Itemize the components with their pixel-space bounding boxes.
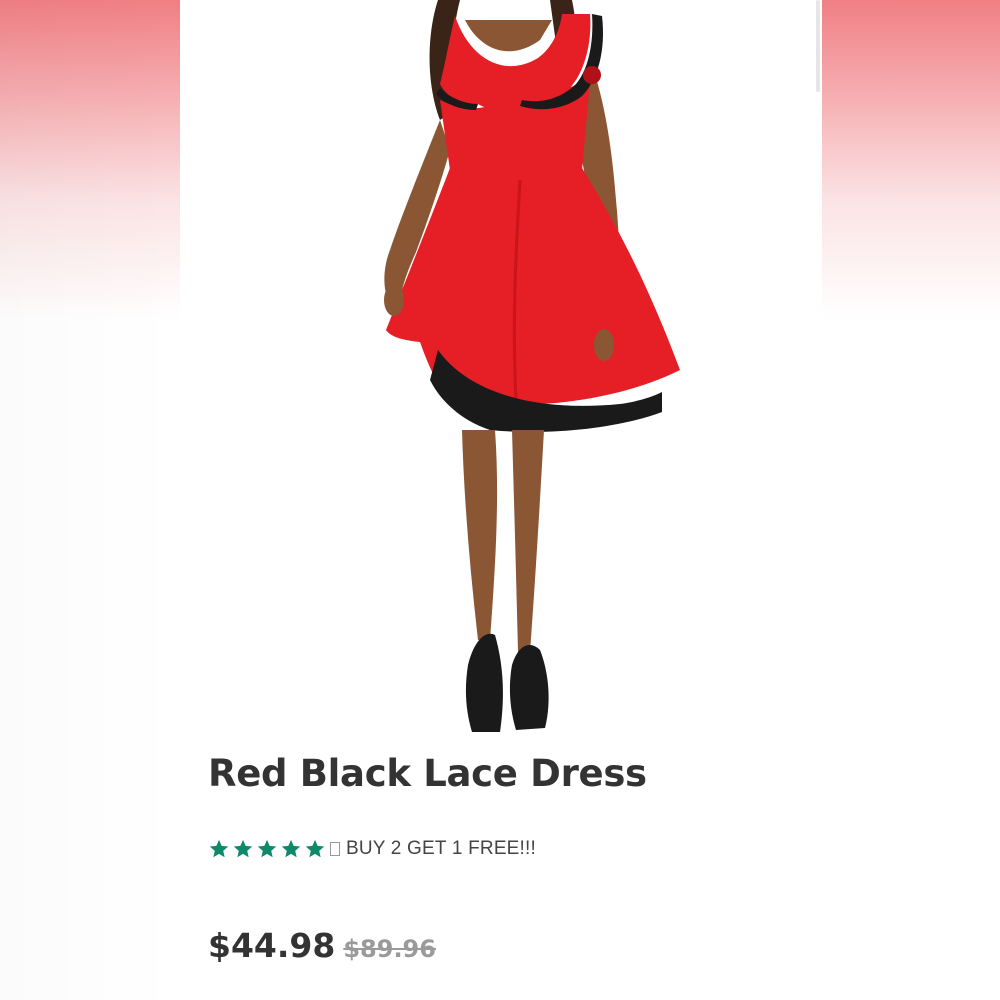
background-left xyxy=(0,0,180,1000)
left-leg xyxy=(462,430,498,640)
star-rating[interactable] xyxy=(208,838,328,860)
screen: Red Black Lace Dress BUY 2 GET 1 FREE!!!… xyxy=(0,0,1000,1000)
price-original: $89.96 xyxy=(343,935,436,963)
price-row: $44.98 $89.96 xyxy=(208,926,436,965)
star-icon xyxy=(232,838,254,860)
price-current: $44.98 xyxy=(208,926,336,965)
product-image[interactable] xyxy=(290,0,690,740)
promo-text: BUY 2 GET 1 FREE!!! xyxy=(346,838,536,859)
left-hand xyxy=(384,284,404,316)
product-title: Red Black Lace Dress xyxy=(208,752,647,795)
rose-brooch xyxy=(583,66,601,84)
right-shoe xyxy=(509,645,549,730)
neckline-skin xyxy=(465,20,552,52)
right-leg xyxy=(512,430,544,652)
right-hand xyxy=(594,329,614,361)
placeholder-glyph-icon xyxy=(330,842,340,856)
star-icon xyxy=(304,838,326,860)
product-card: Red Black Lace Dress BUY 2 GET 1 FREE!!!… xyxy=(180,0,822,1000)
left-shoe xyxy=(465,633,503,732)
scrollbar[interactable] xyxy=(816,0,820,92)
star-icon xyxy=(208,838,230,860)
star-icon xyxy=(256,838,278,860)
rating-row: BUY 2 GET 1 FREE!!! xyxy=(208,834,536,864)
star-icon xyxy=(280,838,302,860)
